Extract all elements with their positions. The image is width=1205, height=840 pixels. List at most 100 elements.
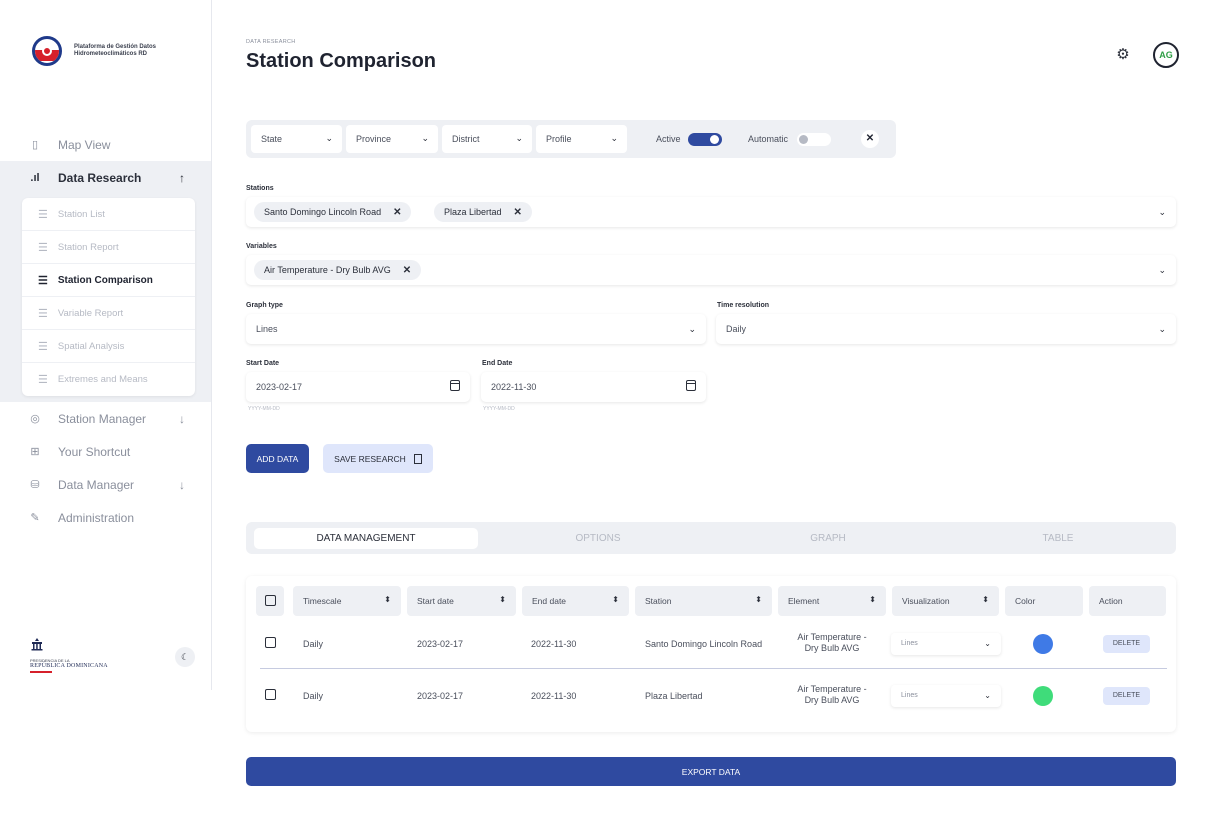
- chevron-down-icon: ⌄: [325, 133, 333, 143]
- bar-chart-icon: .ıl: [30, 171, 40, 184]
- moon-icon: ☾: [180, 651, 190, 662]
- profile-select[interactable]: Profile ⌄: [536, 125, 627, 153]
- row-delete-button[interactable]: DELETE: [1103, 687, 1150, 705]
- submenu-item-station-report[interactable]: ☰ Station Report: [22, 231, 195, 264]
- sidebar-item-administration[interactable]: ✎ Administration: [0, 501, 211, 534]
- select-all-checkbox[interactable]: [265, 595, 276, 606]
- variables-multiselect[interactable]: Air Temperature - Dry Bulb AVG ✕ ⌄: [246, 255, 1176, 285]
- active-toggle[interactable]: [688, 133, 722, 146]
- add-data-button[interactable]: ADD DATA: [246, 444, 309, 473]
- map-icon: ▯: [31, 139, 39, 151]
- variables-label: Variables: [246, 243, 277, 250]
- sidebar-item-map-view[interactable]: ▯ Map View: [0, 128, 211, 161]
- chevron-down-icon: ⌄: [688, 324, 696, 334]
- column-header-label: Element: [788, 596, 820, 606]
- column-header-visualization[interactable]: Visualization ⬍: [892, 586, 999, 616]
- chip-label: Air Temperature - Dry Bulb AVG: [264, 265, 391, 275]
- submenu-item-variable-report[interactable]: ☰ Variable Report: [22, 297, 195, 330]
- district-select[interactable]: District ⌄: [442, 125, 532, 153]
- column-header-station[interactable]: Station ⬍: [635, 586, 772, 616]
- settings-gear-icon[interactable]: ⚙: [1114, 46, 1132, 64]
- arrow-down-icon: ↓: [179, 411, 185, 426]
- sort-icon[interactable]: ⬍: [384, 595, 391, 604]
- breadcrumb: DATA RESEARCH: [246, 39, 296, 45]
- list-icon: ☰: [38, 241, 48, 254]
- stations-multiselect[interactable]: Santo Domingo Lincoln Road ✕ Plaza Libert…: [246, 197, 1176, 227]
- row-visualization-select[interactable]: Lines ⌄: [891, 633, 1001, 655]
- column-header-element[interactable]: Element ⬍: [778, 586, 886, 616]
- graph-type-select[interactable]: Lines ⌄: [246, 314, 706, 344]
- sidebar-item-data-research[interactable]: .ıl Data Research ↑: [0, 161, 211, 194]
- sidebar-item-label: Map View: [58, 137, 111, 152]
- row-color-swatch[interactable]: [1033, 686, 1053, 706]
- sidebar-item-station-manager[interactable]: ◎ Station Manager ↓: [0, 402, 211, 435]
- tab-graph[interactable]: GRAPH: [716, 528, 940, 549]
- automatic-toggle[interactable]: [797, 133, 831, 146]
- row-checkbox[interactable]: [265, 689, 276, 700]
- variable-chip: Air Temperature - Dry Bulb AVG ✕: [254, 260, 422, 280]
- sidebar-item-your-shortcut[interactable]: ⊞ Your Shortcut: [0, 435, 211, 468]
- row-divider: [260, 668, 1167, 669]
- calendar-icon[interactable]: [686, 380, 696, 391]
- column-header-timescale[interactable]: Timescale ⬍: [293, 586, 401, 616]
- row-color-swatch[interactable]: [1033, 634, 1053, 654]
- chevron-down-icon: ⌄: [1158, 324, 1166, 334]
- remove-chip-icon[interactable]: ✕: [403, 265, 411, 276]
- active-toggle-label: Active: [656, 134, 681, 144]
- coat-of-arms-icon: [31, 638, 43, 651]
- column-header-end-date[interactable]: End date ⬍: [522, 586, 629, 616]
- chevron-down-icon: ⌄: [421, 133, 429, 143]
- sidebar-item-data-manager[interactable]: ⛁ Data Manager ↓: [0, 468, 211, 501]
- submenu-item-extremes-and-means[interactable]: ☰ Extremes and Means: [22, 363, 195, 396]
- theme-toggle-button[interactable]: ☾: [175, 647, 195, 667]
- sort-icon[interactable]: ⬍: [869, 595, 876, 604]
- column-header-label: End date: [532, 596, 567, 606]
- clear-filters-icon[interactable]: ✕: [861, 130, 879, 148]
- sort-icon[interactable]: ⬍: [612, 595, 619, 604]
- row-end-date: 2022-11-30: [531, 691, 577, 701]
- province-select[interactable]: Province ⌄: [346, 125, 438, 153]
- column-header-label: Visualization: [902, 596, 950, 606]
- export-data-button[interactable]: EXPORT DATA: [246, 757, 1176, 786]
- column-header-label: Start date: [417, 596, 454, 606]
- submenu-item-label: Variable Report: [57, 307, 124, 319]
- remove-chip-icon[interactable]: ✕: [514, 207, 522, 218]
- logo[interactable]: Plataforma de Gestión Datos Hidrometeocl…: [32, 36, 174, 66]
- end-date-field[interactable]: 2022-11-30: [481, 372, 706, 402]
- sort-icon[interactable]: ⬍: [499, 595, 506, 604]
- data-research-submenu: ☰ Station List ☰ Station Report ☰ Station C…: [22, 198, 195, 396]
- state-select[interactable]: State ⌄: [251, 125, 342, 153]
- column-header-color: Color: [1005, 586, 1083, 616]
- row-delete-button[interactable]: DELETE: [1103, 635, 1150, 653]
- save-research-button[interactable]: SAVE RESEARCH: [323, 444, 433, 473]
- column-header-label: Timescale: [303, 596, 342, 606]
- filter-bar: State ⌄ Province ⌄ District ⌄ Profile ⌄ Acti…: [246, 120, 896, 158]
- remove-chip-icon[interactable]: ✕: [393, 207, 401, 218]
- sort-icon[interactable]: ⬍: [982, 595, 989, 604]
- tab-data-management[interactable]: DATA MANAGEMENT: [254, 528, 478, 549]
- row-visualization-value: Lines: [901, 640, 918, 647]
- start-date-field[interactable]: 2023-02-17: [246, 372, 470, 402]
- submenu-item-station-comparison[interactable]: ☰ Station Comparison: [22, 264, 195, 297]
- column-header-start-date[interactable]: Start date ⬍: [407, 586, 516, 616]
- database-icon: ⛁: [30, 479, 40, 491]
- submenu-item-station-list[interactable]: ☰ Station List: [22, 198, 195, 231]
- row-visualization-select[interactable]: Lines ⌄: [891, 685, 1001, 707]
- row-checkbox[interactable]: [265, 637, 276, 648]
- calendar-icon[interactable]: [450, 380, 460, 391]
- data-research-group: .ıl Data Research ↑ ☰ Station List ☰ Stati…: [0, 161, 211, 402]
- row-end-date: 2022-11-30: [531, 639, 577, 649]
- chip-label: Santo Domingo Lincoln Road: [264, 207, 382, 217]
- brand-title-line2: Hidrometeoclimáticos RD: [74, 51, 148, 57]
- select-all-header: [256, 586, 284, 616]
- row-timescale: Daily: [303, 691, 324, 701]
- start-date-hint: YYYY-MM-DD: [248, 406, 280, 412]
- graph-type-label: Graph type: [246, 302, 283, 309]
- submenu-item-label: Extremes and Means: [57, 374, 148, 385]
- avatar[interactable]: AG: [1153, 42, 1179, 68]
- time-resolution-select[interactable]: Daily ⌄: [716, 314, 1176, 344]
- tab-options[interactable]: OPTIONS: [486, 528, 710, 549]
- sort-icon[interactable]: ⬍: [755, 595, 762, 604]
- submenu-item-spatial-analysis[interactable]: ☰ Spatial Analysis: [22, 330, 195, 363]
- tab-table[interactable]: TABLE: [946, 528, 1170, 549]
